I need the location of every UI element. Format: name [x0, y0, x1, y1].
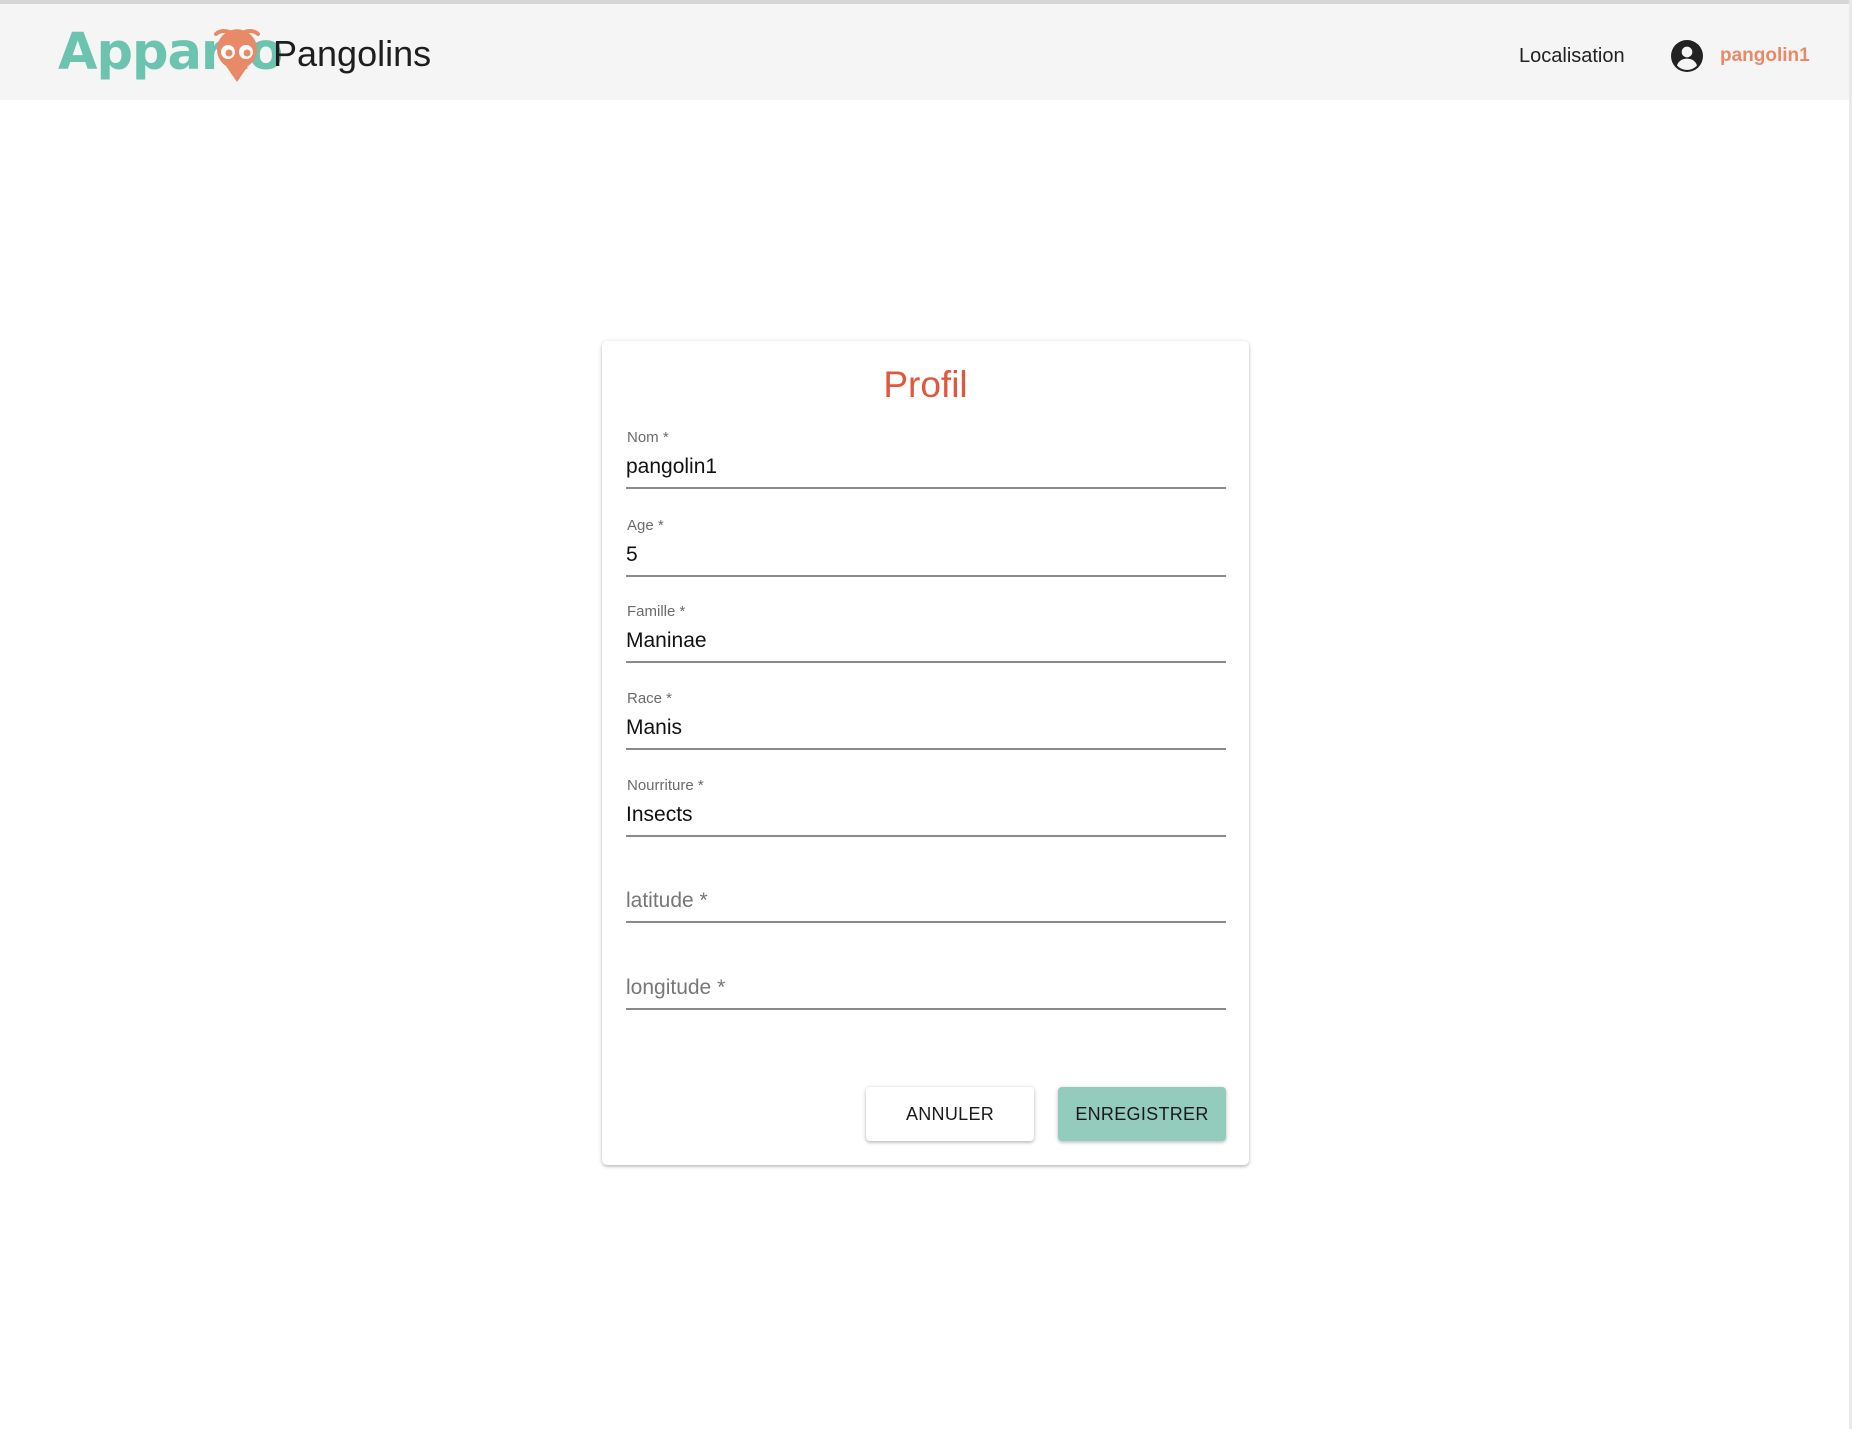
latitude-input[interactable] [626, 886, 1226, 916]
user-name: pangolin1 [1720, 45, 1810, 66]
race-label: Race * [627, 690, 673, 707]
age-input[interactable] [626, 540, 1226, 570]
age-label: Age * [627, 517, 664, 534]
apparto-logo[interactable]: Apparto [58, 23, 283, 86]
race-underline [626, 748, 1226, 750]
account-circle-icon [1671, 40, 1703, 72]
app-header: Apparto Pangolins Localisation pangolin1 [0, 4, 1849, 100]
famille-label: Famille * [627, 603, 686, 620]
nav-localisation-link[interactable]: Localisation [1519, 44, 1625, 68]
famille-input[interactable] [626, 626, 1226, 656]
nom-underline [626, 487, 1226, 489]
nom-label: Nom * [627, 429, 669, 446]
save-button[interactable]: ENREGISTRER [1058, 1087, 1226, 1141]
race-input[interactable] [626, 713, 1226, 743]
nourriture-input[interactable] [626, 800, 1226, 830]
famille-underline [626, 661, 1226, 663]
longitude-underline [626, 1008, 1226, 1010]
latitude-underline [626, 921, 1226, 923]
profile-card: Profil Nom * Age * Famille * Race * Nour… [602, 341, 1249, 1165]
app-name: Pangolins [273, 33, 432, 74]
longitude-input[interactable] [626, 973, 1226, 1003]
user-menu[interactable]: pangolin1 [1671, 36, 1810, 76]
nourriture-label: Nourriture * [627, 777, 704, 794]
nourriture-underline [626, 835, 1226, 837]
cancel-button[interactable]: ANNULER [866, 1087, 1034, 1141]
nom-input[interactable] [626, 452, 1226, 482]
page: Apparto Pangolins Localisation pangolin1 [0, 0, 1852, 1429]
age-underline [626, 575, 1226, 577]
card-title: Profil [883, 364, 968, 405]
location-pin-eyes-icon [214, 29, 260, 82]
